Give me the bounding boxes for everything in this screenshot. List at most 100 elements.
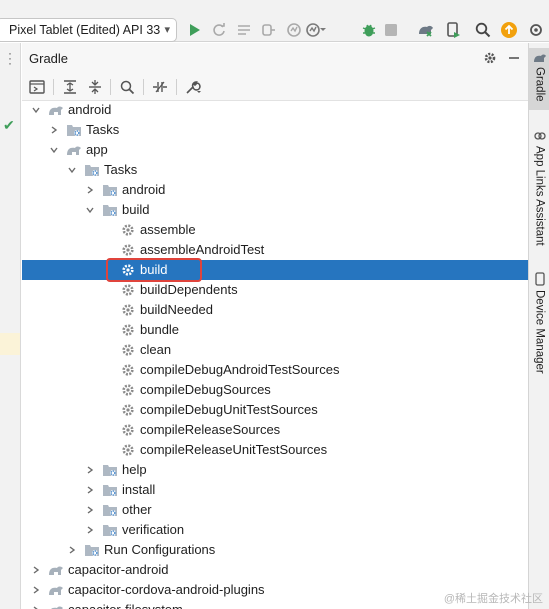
- analyze-dependencies-icon[interactable]: [117, 77, 137, 97]
- check-icon: ✔: [3, 117, 15, 133]
- gear-icon: [120, 222, 136, 238]
- stop-icon[interactable]: [380, 18, 402, 42]
- tab-gradle[interactable]: Gradle: [529, 48, 549, 110]
- chevron-right-icon[interactable]: [48, 120, 60, 140]
- tree-row[interactable]: assemble: [22, 220, 528, 240]
- link-icon: [533, 132, 546, 140]
- tree-row[interactable]: build: [22, 200, 528, 220]
- minimize-icon[interactable]: [505, 48, 523, 68]
- tab-device-manager[interactable]: Device Manager: [529, 267, 549, 377]
- sync-gradle-icon[interactable]: [415, 18, 437, 42]
- execute-task-icon[interactable]: [27, 77, 47, 97]
- apply-code-changes-icon[interactable]: [233, 18, 255, 42]
- tree-row[interactable]: compileDebugAndroidTestSources: [22, 360, 528, 380]
- tree-row[interactable]: build: [22, 260, 528, 280]
- chevron-right-icon[interactable]: [84, 180, 96, 200]
- device-selector[interactable]: Pixel Tablet (Edited) API 33 ▾: [0, 18, 177, 42]
- debug-icon[interactable]: [358, 18, 380, 42]
- tree-row[interactable]: compileReleaseSources: [22, 420, 528, 440]
- apply-changes-icon[interactable]: [208, 18, 230, 42]
- update-icon[interactable]: [498, 18, 520, 42]
- tree-row[interactable]: compileDebugSources: [22, 380, 528, 400]
- settings-icon[interactable]: [525, 18, 547, 42]
- chevron-right-icon[interactable]: [30, 600, 42, 609]
- folder-gear-icon: [102, 202, 118, 218]
- tab-app-links-assistant[interactable]: App Links Assistant: [529, 125, 549, 250]
- folder-gear-icon: [84, 542, 100, 558]
- tree-row[interactable]: buildNeeded: [22, 300, 528, 320]
- tree-row[interactable]: compileDebugUnitTestSources: [22, 400, 528, 420]
- tree-row[interactable]: Run Configurations: [22, 540, 528, 560]
- chevron-right-icon[interactable]: [84, 460, 96, 480]
- chevron-right-icon[interactable]: [84, 480, 96, 500]
- tree-row[interactable]: android: [22, 180, 528, 200]
- gradle-panel-toolbar: [22, 73, 528, 101]
- chevron-right-icon[interactable]: [30, 560, 42, 580]
- chevron-right-icon[interactable]: [84, 520, 96, 540]
- tree-row[interactable]: Tasks: [22, 120, 528, 140]
- tree-row[interactable]: other: [22, 500, 528, 520]
- gear-icon: [120, 302, 136, 318]
- chevron-down-icon[interactable]: [48, 140, 60, 160]
- tree-row[interactable]: buildDependents: [22, 280, 528, 300]
- chevron-down-icon[interactable]: [30, 101, 42, 120]
- attach-debugger-icon[interactable]: [257, 18, 279, 42]
- watermark: @稀土掘金技术社区: [443, 593, 543, 605]
- tree-row-label: Tasks: [104, 162, 138, 177]
- gear-icon: [120, 442, 136, 458]
- tree-row[interactable]: help: [22, 460, 528, 480]
- folder-gear-icon: [102, 522, 118, 538]
- gear-icon[interactable]: [481, 48, 499, 68]
- tree-row[interactable]: install: [22, 480, 528, 500]
- tree-row[interactable]: compileReleaseUnitTestSources: [22, 440, 528, 460]
- tree-row[interactable]: app: [22, 140, 528, 160]
- gear-icon: [120, 282, 136, 298]
- tree-row-label: other: [122, 502, 152, 517]
- gradle-elephant-icon: [48, 562, 64, 578]
- chevron-right-icon[interactable]: [66, 540, 78, 560]
- tree-row[interactable]: android: [22, 101, 528, 120]
- collapse-all-icon[interactable]: [85, 77, 105, 97]
- tree-row[interactable]: bundle: [22, 320, 528, 340]
- tree-row[interactable]: Tasks: [22, 160, 528, 180]
- tree-row[interactable]: capacitor-android: [22, 560, 528, 580]
- gear-icon: [120, 362, 136, 378]
- folder-gear-icon: [102, 182, 118, 198]
- gradle-task-tree: android Tasks app Tasks android build assemble…: [22, 101, 528, 609]
- tree-row-label: compileDebugAndroidTestSources: [140, 362, 340, 377]
- tree-row[interactable]: assembleAndroidTest: [22, 240, 528, 260]
- tree-row-label: android: [68, 102, 112, 117]
- more-icon[interactable]: · · ·: [8, 47, 12, 69]
- right-tool-strip: Gradle App Links Assistant Device Manage…: [528, 43, 549, 609]
- chevron-down-icon[interactable]: [84, 200, 96, 220]
- profile-more-icon[interactable]: [305, 18, 327, 42]
- gear-icon: [120, 342, 136, 358]
- tree-row[interactable]: verification: [22, 520, 528, 540]
- search-icon[interactable]: [472, 18, 494, 42]
- toggle-offline-icon[interactable]: [150, 77, 170, 97]
- tree-row-label: buildNeeded: [140, 302, 214, 317]
- expand-all-icon[interactable]: [60, 77, 80, 97]
- chevron-down-icon[interactable]: [66, 160, 78, 180]
- gradle-elephant-icon: [533, 54, 546, 62]
- tree-row-label: Tasks: [86, 122, 120, 137]
- profile-icon[interactable]: [283, 18, 305, 42]
- build-settings-icon[interactable]: [183, 77, 203, 97]
- tree-row-label: clean: [140, 342, 172, 357]
- chevron-right-icon[interactable]: [84, 500, 96, 520]
- gear-icon: [120, 262, 136, 278]
- tree-row[interactable]: clean: [22, 340, 528, 360]
- tree-row-label: assemble: [140, 222, 196, 237]
- run-icon[interactable]: [184, 18, 206, 42]
- folder-gear-icon: [102, 482, 118, 498]
- tree-row-label: build: [122, 202, 150, 217]
- device-manager-icon[interactable]: [442, 18, 464, 42]
- gradle-elephant-icon: [48, 602, 64, 609]
- chevron-right-icon[interactable]: [30, 580, 42, 600]
- gradle-elephant-icon: [48, 582, 64, 598]
